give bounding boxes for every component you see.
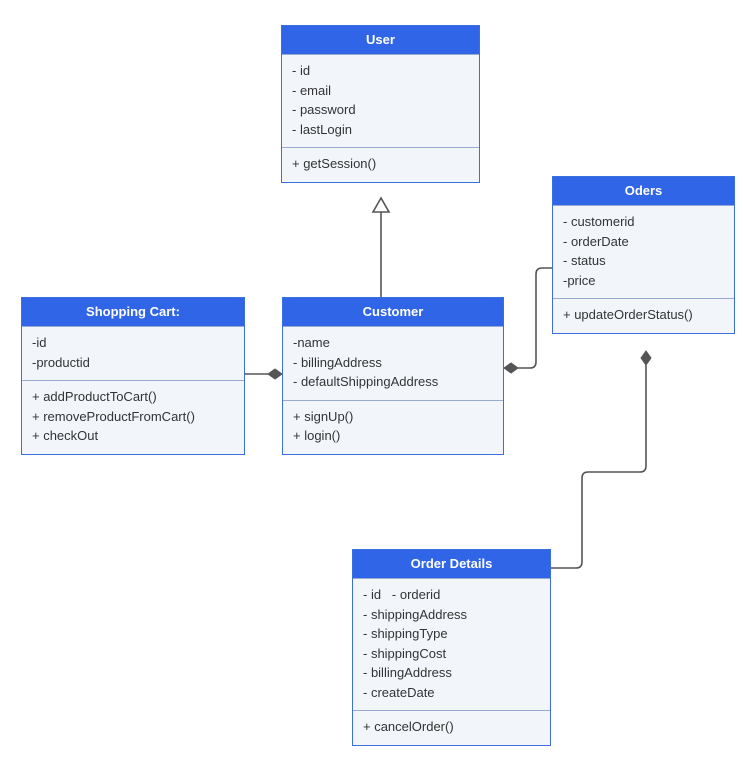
methods: + signUp() + login() [283, 400, 503, 454]
attr: - id - orderid [363, 585, 540, 605]
method: + cancelOrder() [363, 717, 540, 737]
attr: - createDate [363, 683, 540, 703]
attr: -price [563, 271, 724, 291]
method: + signUp() [293, 407, 493, 427]
attr: - billingAddress [363, 663, 540, 683]
attr: -productid [32, 353, 234, 373]
class-user: User - id - email - password - lastLogin… [281, 25, 480, 183]
attributes: - id - email - password - lastLogin [282, 54, 479, 147]
method: + removeProductFromCart() [32, 407, 234, 427]
attr: - defaultShippingAddress [293, 372, 493, 392]
class-title: Order Details [353, 550, 550, 578]
attributes: -id -productid [22, 326, 244, 380]
rel-customer-oders [504, 268, 552, 373]
rel-customer-user [373, 198, 389, 297]
method: + checkOut [32, 426, 234, 446]
class-title: Oders [553, 177, 734, 205]
attr: - shippingAddress [363, 605, 540, 625]
class-oders: Oders - customerid - orderDate - status … [552, 176, 735, 334]
methods: + updateOrderStatus() [553, 298, 734, 333]
attributes: - id - orderid - shippingAddress - shipp… [353, 578, 550, 710]
rel-cart-customer [245, 369, 282, 379]
methods: + addProductToCart() + removeProductFrom… [22, 380, 244, 454]
method: + getSession() [292, 154, 469, 174]
class-title: User [282, 26, 479, 54]
rel-orderdetails-oders [551, 351, 651, 568]
method: + login() [293, 426, 493, 446]
attr: - shippingType [363, 624, 540, 644]
class-customer: Customer -name - billingAddress - defaul… [282, 297, 504, 455]
class-title: Shopping Cart: [22, 298, 244, 326]
attributes: - customerid - orderDate - status -price [553, 205, 734, 298]
attr: - password [292, 100, 469, 120]
attr: - status [563, 251, 724, 271]
attr: -name [293, 333, 493, 353]
attr: - lastLogin [292, 120, 469, 140]
attr: - orderDate [563, 232, 724, 252]
attr: - customerid [563, 212, 724, 232]
class-order-details: Order Details - id - orderid - shippingA… [352, 549, 551, 746]
attr: - email [292, 81, 469, 101]
class-title: Customer [283, 298, 503, 326]
attr: - shippingCost [363, 644, 540, 664]
class-shopping-cart: Shopping Cart: -id -productid + addProdu… [21, 297, 245, 455]
attr: -id [32, 333, 234, 353]
methods: + getSession() [282, 147, 479, 182]
attr: - billingAddress [293, 353, 493, 373]
attributes: -name - billingAddress - defaultShipping… [283, 326, 503, 400]
method: + updateOrderStatus() [563, 305, 724, 325]
attr: - id [292, 61, 469, 81]
method: + addProductToCart() [32, 387, 234, 407]
methods: + cancelOrder() [353, 710, 550, 745]
